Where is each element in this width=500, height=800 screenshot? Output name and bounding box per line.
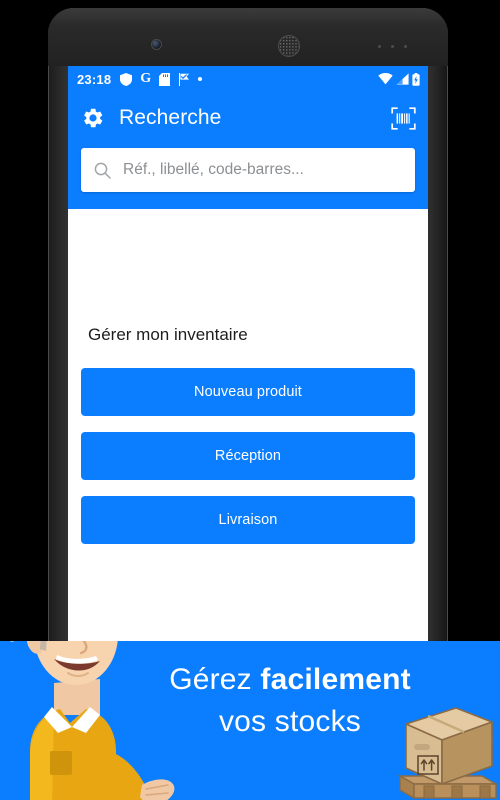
app-bar: Recherche (68, 92, 428, 144)
search-icon (94, 162, 111, 179)
sd-card-icon (159, 72, 171, 86)
reception-button[interactable]: Réception (81, 432, 415, 480)
dot-icon (198, 77, 203, 81)
signal-icon (396, 73, 409, 85)
page-title: Recherche (119, 106, 222, 129)
battery-icon (412, 72, 420, 86)
status-bar-system-icons (378, 72, 420, 86)
screenshot-root: 23:18 G Recherche Réf., libellé, code-ba… (0, 0, 500, 800)
search-box[interactable] (81, 148, 415, 192)
status-bar-notification-icons: G (120, 72, 378, 86)
proximity-sensor-icon (378, 45, 414, 49)
wifi-icon (378, 73, 393, 85)
delivery-button[interactable]: Livraison (81, 496, 415, 544)
search-bar-container (68, 144, 428, 209)
new-product-button[interactable]: Nouveau produit (81, 368, 415, 416)
phone-top-bezel (48, 8, 448, 66)
shield-icon (120, 72, 133, 86)
promo-line1-prefix: Gérez (169, 663, 261, 696)
flag-check-icon (178, 72, 190, 86)
barcode-scan-icon[interactable] (391, 106, 416, 131)
promo-line1-bold: facilement (260, 663, 411, 696)
google-g-icon: G (140, 71, 152, 86)
promo-banner: Gérez facilement vos stocks (0, 641, 500, 800)
status-bar: 23:18 G (68, 66, 428, 92)
box-on-pallet-illustration (398, 707, 498, 800)
status-bar-clock: 23:18 (77, 71, 112, 87)
earpiece-speaker-icon (279, 36, 299, 56)
section-title: Gérer mon inventaire (88, 325, 248, 344)
warehouse-worker-illustration (10, 641, 175, 800)
search-input[interactable] (123, 161, 402, 179)
front-camera-icon (152, 40, 161, 49)
gear-icon[interactable] (81, 106, 105, 130)
